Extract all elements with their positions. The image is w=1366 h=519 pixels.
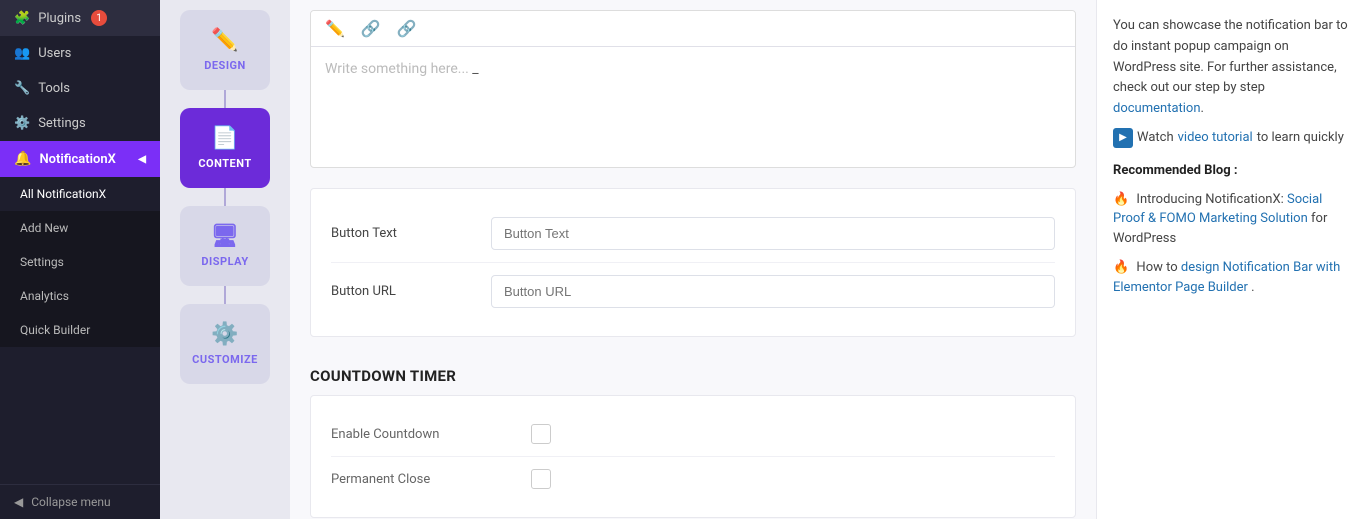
editor-placeholder: Write something here... (325, 61, 469, 77)
fire-icon-2: 🔥 (1113, 260, 1129, 275)
design-icon: ✏️ (211, 28, 239, 53)
link-icon[interactable]: 🔗 (357, 17, 385, 40)
plugins-label: Plugins (38, 11, 81, 26)
description-body: You can showcase the notification bar to… (1113, 18, 1348, 95)
sidebar-item-plugins[interactable]: 🧩 Plugins 1 (0, 0, 160, 36)
analytics-label: Analytics (20, 289, 69, 303)
collapse-icon: ◀ (14, 495, 23, 509)
settings-label: Settings (38, 116, 85, 131)
blog-item-1: 🔥 Introducing NotificationX: Social Proo… (1113, 190, 1350, 249)
step-navigation: ✏️ DESIGN 📄 CONTENT 🖥 DISPLAY ⚙️ CUSTOMI… (160, 0, 290, 519)
step-content[interactable]: 📄 CONTENT (160, 108, 290, 188)
button-text-label: Button Text (331, 226, 491, 241)
content-card[interactable]: 📄 CONTENT (180, 108, 270, 188)
countdown-section-title: COUNTDOWN TIMER (310, 353, 1076, 395)
add-new-label: Add New (20, 221, 68, 235)
notificationx-label: NotificationX (39, 152, 115, 167)
sidebar-item-tools[interactable]: 🔧 Tools (0, 71, 160, 106)
enable-countdown-row: Enable Countdown (331, 412, 1055, 457)
notificationx-icon: 🔔 (14, 151, 31, 167)
collapse-menu-button[interactable]: ◀ Collapse menu (0, 484, 160, 519)
collapse-label: Collapse menu (31, 495, 110, 509)
sidebar-item-all-notificationx[interactable]: All NotificationX (0, 177, 160, 211)
documentation-link[interactable]: documentation (1113, 101, 1201, 116)
blog-item-2: 🔥 How to design Notification Bar with El… (1113, 258, 1350, 297)
design-card[interactable]: ✏️ DESIGN (180, 10, 270, 90)
sidebar: 🧩 Plugins 1 👥 Users 🔧 Tools ⚙️ Settings … (0, 0, 160, 519)
content-icon: 📄 (211, 126, 239, 151)
button-text-row: Button Text (331, 205, 1055, 263)
step-display[interactable]: 🖥 DISPLAY (160, 206, 290, 286)
recommended-title: Recommended Blog : (1113, 161, 1350, 182)
play-icon: ▶ (1113, 128, 1133, 148)
users-icon: 👥 (14, 46, 30, 61)
editor-toolbar: ✏️ 🔗 🔗 (311, 11, 1075, 47)
sidebar-item-settings-sub[interactable]: Settings (0, 245, 160, 279)
connector-3 (224, 286, 226, 304)
sidebar-item-settings[interactable]: ⚙️ Settings (0, 106, 160, 141)
content-label: CONTENT (198, 157, 251, 170)
unlink-icon[interactable]: 🔗 (393, 17, 421, 40)
button-url-label: Button URL (331, 284, 491, 299)
countdown-section-wrapper: COUNTDOWN TIMER Enable Countdown Permane… (310, 353, 1076, 518)
customize-label: CUSTOMIZE (192, 353, 258, 366)
connector-2 (224, 188, 226, 206)
watch-suffix: to learn quickly (1257, 128, 1344, 149)
tools-label: Tools (38, 81, 70, 96)
blog-2-suffix: . (1251, 280, 1254, 295)
enable-countdown-label: Enable Countdown (331, 427, 531, 442)
notificationx-brand[interactable]: 🔔 NotificationX ◀ (0, 141, 160, 177)
text-editor: ✏️ 🔗 🔗 Write something here... _ (310, 10, 1076, 168)
countdown-section: Enable Countdown Permanent Close (310, 395, 1076, 518)
blog-1-prefix: Introducing NotificationX: (1136, 192, 1287, 207)
permanent-close-label: Permanent Close (331, 472, 531, 487)
design-label: DESIGN (204, 59, 246, 72)
watch-prefix: Watch (1137, 128, 1174, 149)
tools-icon: 🔧 (14, 81, 30, 96)
step-design[interactable]: ✏️ DESIGN (160, 10, 290, 90)
display-icon: 🖥 (211, 224, 239, 249)
plugins-badge: 1 (91, 10, 107, 26)
permanent-close-checkbox[interactable] (531, 469, 551, 489)
all-notificationx-label: All NotificationX (20, 187, 106, 201)
display-card[interactable]: 🖥 DISPLAY (180, 206, 270, 286)
connector-1 (224, 90, 226, 108)
sidebar-item-users[interactable]: 👥 Users (0, 36, 160, 71)
main-content: ✏️ 🔗 🔗 Write something here... _ Button … (290, 0, 1096, 519)
button-form-section: Button Text Button URL (310, 188, 1076, 337)
description-text: You can showcase the notification bar to… (1113, 16, 1350, 120)
cursor: _ (469, 61, 479, 77)
users-label: Users (38, 46, 71, 61)
display-label: DISPLAY (201, 255, 248, 268)
customize-card[interactable]: ⚙️ CUSTOMIZE (180, 304, 270, 384)
customize-icon: ⚙️ (211, 322, 239, 347)
puzzle-icon: 🧩 (14, 11, 30, 26)
arrow-right-icon: ◀ (138, 154, 146, 165)
enable-countdown-checkbox[interactable] (531, 424, 551, 444)
pencil-icon[interactable]: ✏️ (321, 17, 349, 40)
video-tutorial-link[interactable]: video tutorial (1178, 128, 1253, 149)
button-text-input[interactable] (491, 217, 1055, 250)
sidebar-item-analytics[interactable]: Analytics (0, 279, 160, 313)
permanent-close-row: Permanent Close (331, 457, 1055, 501)
step-customize[interactable]: ⚙️ CUSTOMIZE (160, 304, 290, 384)
editor-content-area[interactable]: Write something here... _ (311, 47, 1075, 167)
fire-icon-1: 🔥 (1113, 192, 1129, 207)
settings-icon: ⚙️ (14, 116, 30, 131)
button-url-input[interactable] (491, 275, 1055, 308)
right-panel: You can showcase the notification bar to… (1096, 0, 1366, 519)
notificationx-submenu: All NotificationX Add New Settings Analy… (0, 177, 160, 347)
settings-sub-label: Settings (20, 255, 64, 269)
sidebar-item-add-new[interactable]: Add New (0, 211, 160, 245)
blog-2-prefix: How to (1136, 260, 1180, 275)
sidebar-item-quick-builder[interactable]: Quick Builder (0, 313, 160, 347)
watch-row: ▶ Watch video tutorial to learn quickly (1113, 128, 1350, 149)
quick-builder-label: Quick Builder (20, 323, 90, 337)
button-url-row: Button URL (331, 263, 1055, 320)
